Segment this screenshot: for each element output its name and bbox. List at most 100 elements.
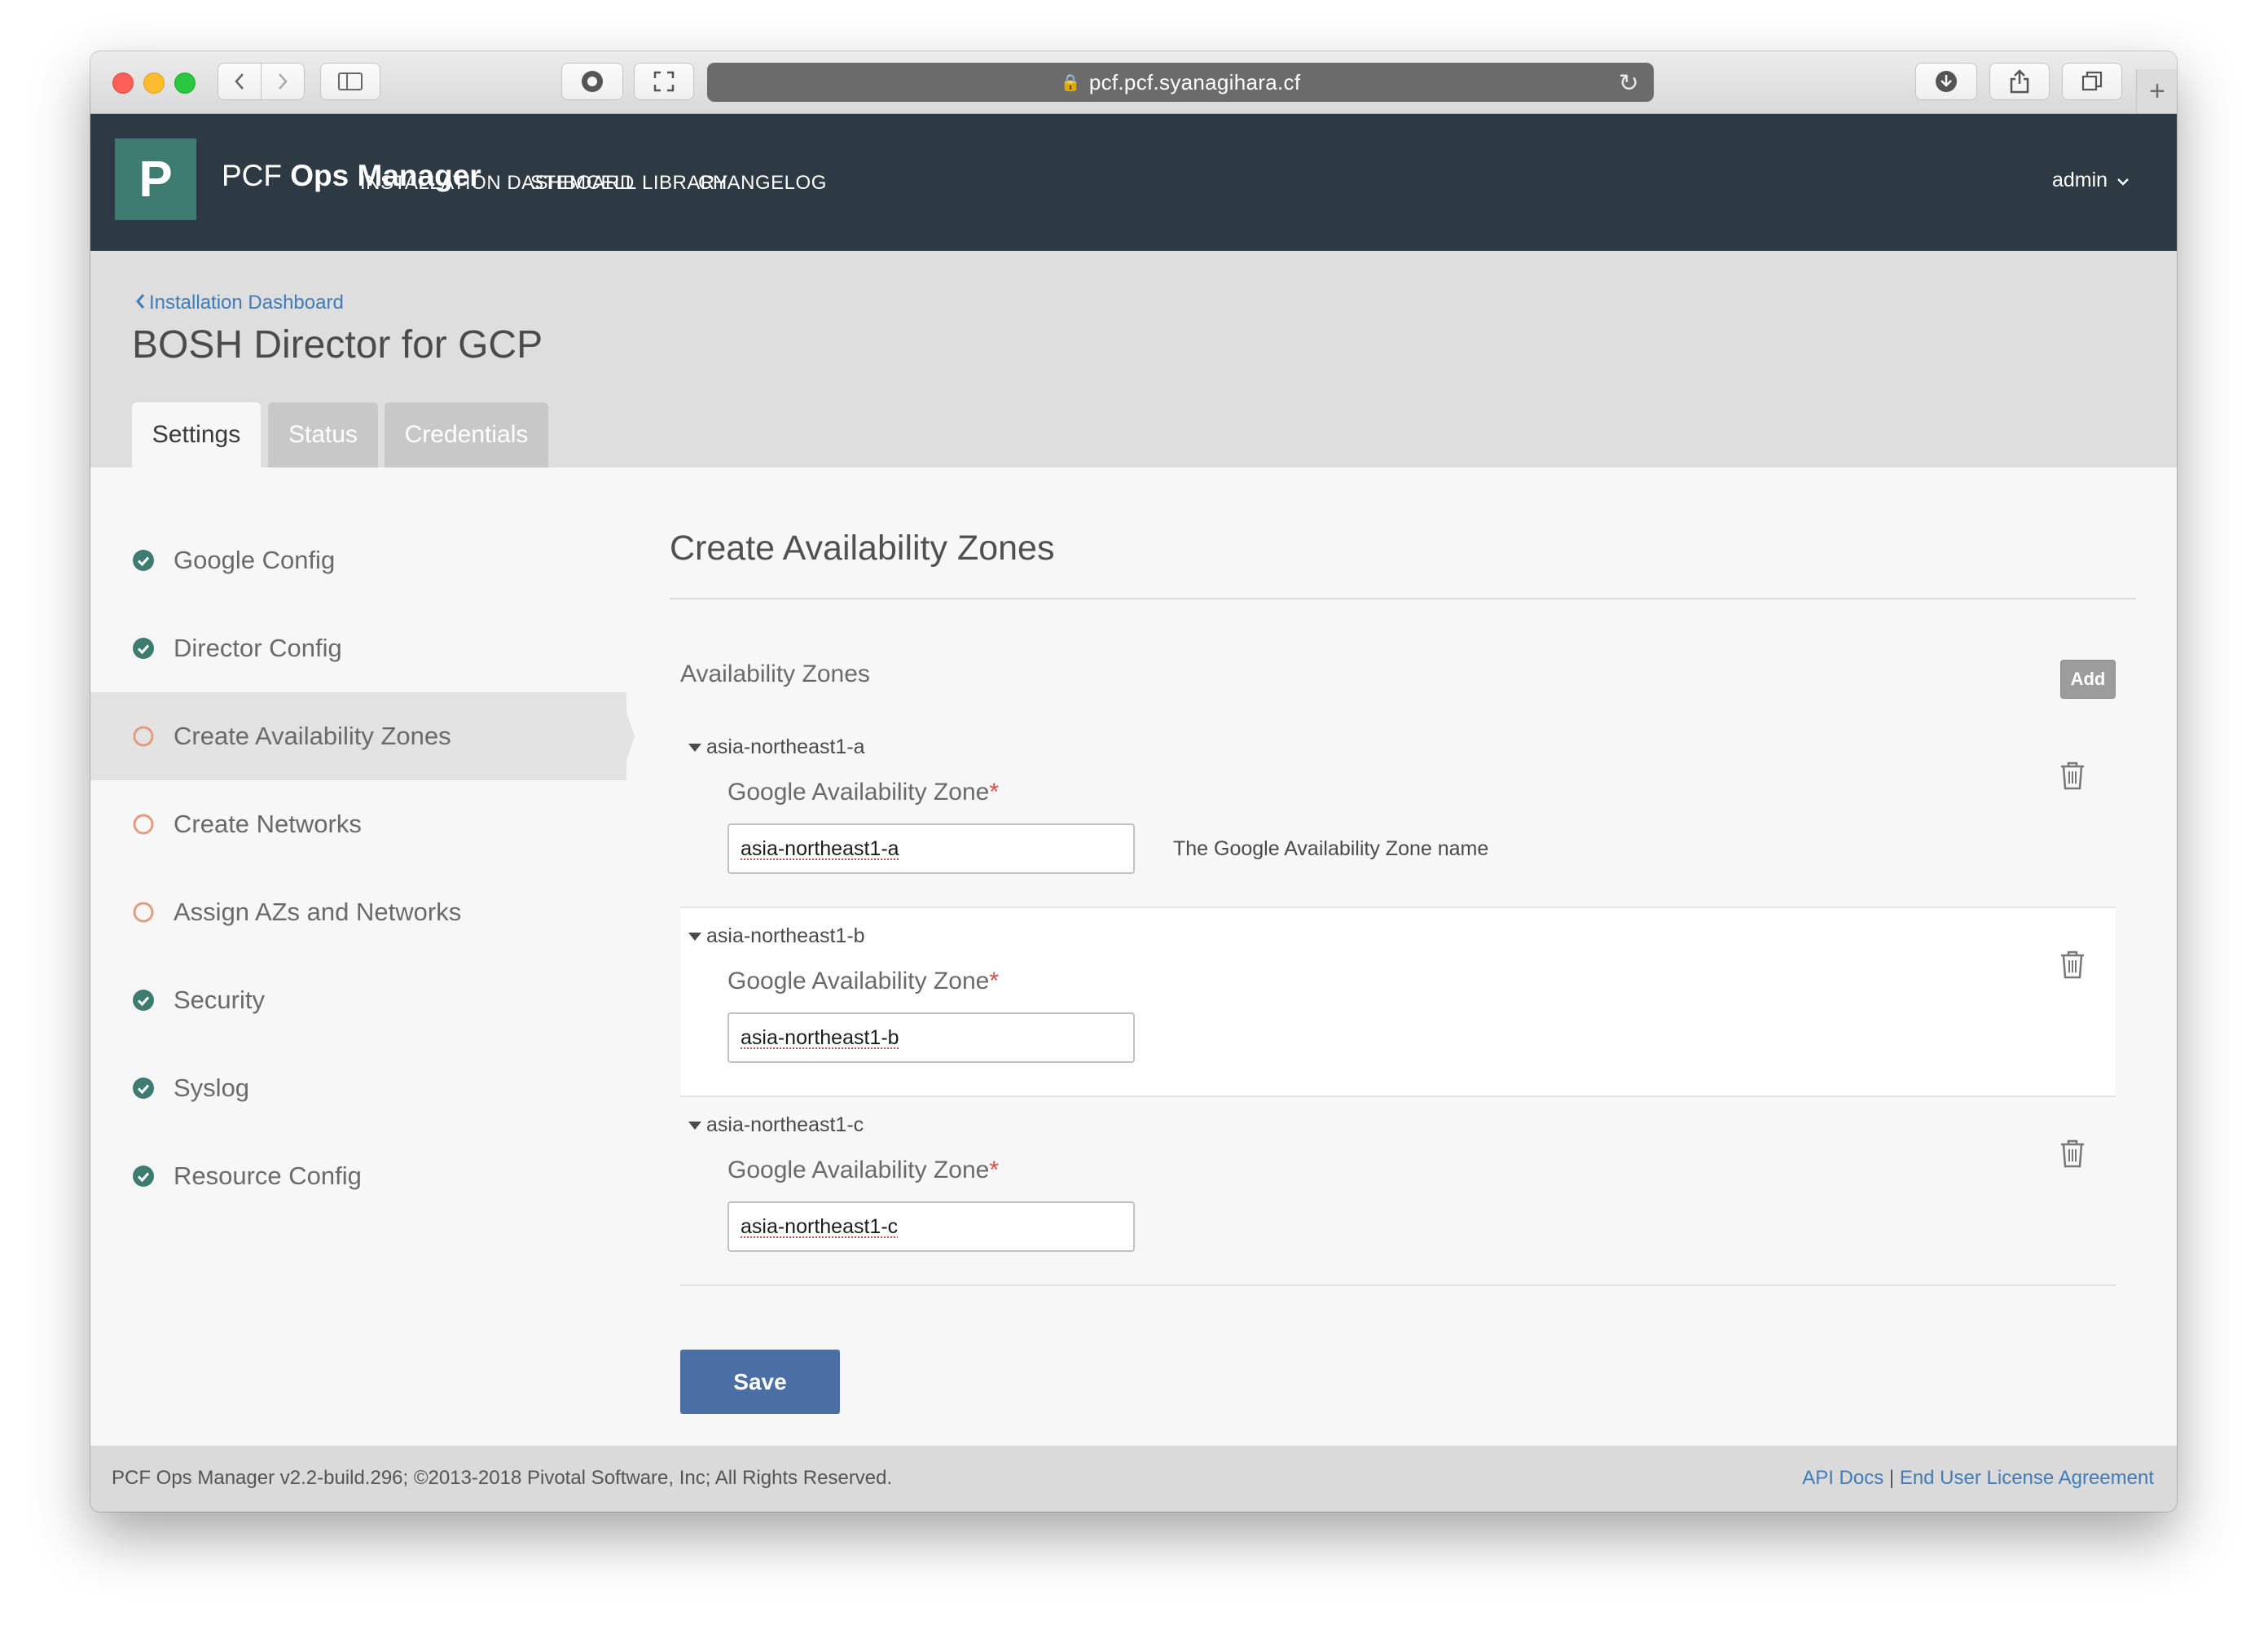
zone-divider xyxy=(680,1284,2116,1286)
page-title: BOSH Director for GCP xyxy=(132,323,543,367)
sidebar-item-assign-azs-and-networks[interactable]: Assign AZs and Networks xyxy=(90,868,620,956)
field-hint: The Google Availability Zone name xyxy=(1173,837,1489,860)
expand-icon xyxy=(653,71,675,92)
trash-icon[interactable] xyxy=(2059,1138,2086,1169)
sidebar-item-google-config[interactable]: Google Config xyxy=(90,516,620,604)
breadcrumb-label: Installation Dashboard xyxy=(149,292,344,314)
address-bar[interactable]: 🔒 pcf.pcf.syanagihara.cf ↻ xyxy=(707,63,1654,102)
sidebar-item-label: Google Config xyxy=(174,546,336,574)
page-heading-area: Installation Dashboard BOSH Director for… xyxy=(90,251,2177,468)
download-icon xyxy=(1936,71,1957,92)
required-marker: * xyxy=(989,1157,1000,1183)
field-label: Google Availability Zone* xyxy=(727,1157,999,1184)
new-tab-button[interactable]: + xyxy=(2136,69,2177,113)
fullscreen-button[interactable] xyxy=(634,63,694,100)
api-docs-link[interactable]: API Docs xyxy=(1802,1467,1883,1489)
back-button[interactable] xyxy=(218,63,262,100)
caret-down-icon xyxy=(688,743,701,752)
browser-window: 🔒 pcf.pcf.syanagihara.cf ↻ + P PCF Ops M… xyxy=(90,51,2177,1512)
sidebar-item-label: Assign AZs and Networks xyxy=(174,898,462,926)
sidebar-item-label: Syslog xyxy=(174,1073,250,1102)
sidebar-item-label: Security xyxy=(174,986,265,1014)
sidebar-item-label: Create Networks xyxy=(174,810,362,838)
active-indicator-arrow xyxy=(620,692,635,780)
minimize-window-button[interactable] xyxy=(143,72,165,94)
tabs-icon xyxy=(2081,71,2103,91)
tab-settings[interactable]: Settings xyxy=(132,402,261,468)
maximize-window-button[interactable] xyxy=(174,72,196,94)
empty-circle-icon xyxy=(133,814,154,835)
share-icon xyxy=(2010,69,2029,94)
share-button[interactable] xyxy=(1989,63,2050,100)
forward-button[interactable] xyxy=(261,63,305,100)
footer: PCF Ops Manager v2.2-build.296; ©2013-20… xyxy=(90,1446,2177,1512)
check-circle-icon xyxy=(133,1166,154,1187)
sidebar-item-syslog[interactable]: Syslog xyxy=(90,1044,620,1132)
zone-block: asia-northeast1-c Google Availability Zo… xyxy=(680,1097,2116,1286)
sidebar-item-label: Resource Config xyxy=(174,1161,362,1190)
chevron-down-icon xyxy=(2117,178,2129,186)
zone-collapse-toggle[interactable]: asia-northeast1-a xyxy=(688,735,865,759)
section-divider xyxy=(670,598,2136,599)
check-circle-icon xyxy=(133,1078,154,1099)
sidebar-icon xyxy=(338,72,363,90)
field-label-text: Google Availability Zone xyxy=(727,1157,990,1183)
reader-button[interactable] xyxy=(561,63,623,100)
sidebar-item-label: Director Config xyxy=(174,634,342,662)
lock-icon: 🔒 xyxy=(1060,73,1081,92)
sidebar-item-create-networks[interactable]: Create Networks xyxy=(90,780,620,868)
check-circle-icon xyxy=(133,550,154,571)
availability-zone-input[interactable]: asia-northeast1-c xyxy=(727,1201,1135,1252)
field-label-text: Google Availability Zone xyxy=(727,968,990,994)
tab-credentials[interactable]: Credentials xyxy=(385,402,548,468)
eula-link[interactable]: End User License Agreement xyxy=(1900,1467,2154,1489)
empty-circle-icon xyxy=(133,902,154,923)
zone-collapse-toggle[interactable]: asia-northeast1-c xyxy=(688,1113,864,1137)
footer-separator: | xyxy=(1888,1467,1895,1489)
availability-zones-label: Availability Zones xyxy=(680,661,870,687)
breadcrumb[interactable]: Installation Dashboard xyxy=(134,292,344,314)
zone-block: asia-northeast1-b Google Availability Zo… xyxy=(680,908,2116,1097)
sidebar-item-create-availability-zones[interactable]: Create Availability Zones xyxy=(90,692,635,780)
trash-icon[interactable] xyxy=(2059,760,2086,791)
input-value: asia-northeast1-a xyxy=(741,836,899,860)
url-text: pcf.pcf.syanagihara.cf xyxy=(1088,69,1301,94)
save-button[interactable]: Save xyxy=(680,1350,840,1414)
zone-name: asia-northeast1-a xyxy=(706,735,865,758)
field-label: Google Availability Zone* xyxy=(727,968,999,995)
downloads-button[interactable] xyxy=(1915,63,1977,100)
add-zone-button[interactable]: Add xyxy=(2060,660,2116,699)
tabs-overview-button[interactable] xyxy=(2062,63,2122,100)
field-label: Google Availability Zone* xyxy=(727,779,999,806)
reload-icon[interactable]: ↻ xyxy=(1619,69,1639,98)
sidebar-item-label: Create Availability Zones xyxy=(174,722,451,750)
logo[interactable]: P xyxy=(115,138,196,220)
close-window-button[interactable] xyxy=(112,72,134,94)
availability-zone-input[interactable]: asia-northeast1-b xyxy=(727,1012,1135,1063)
zone-collapse-toggle[interactable]: asia-northeast1-b xyxy=(688,924,865,948)
sidebar-item-security[interactable]: Security xyxy=(90,956,620,1044)
field-label-text: Google Availability Zone xyxy=(727,779,990,806)
empty-circle-icon xyxy=(133,726,154,747)
sidebar-item-resource-config[interactable]: Resource Config xyxy=(90,1132,620,1220)
footer-links: API Docs | End User License Agreement xyxy=(1802,1467,2154,1490)
sidebar-toggle-button[interactable] xyxy=(320,63,380,100)
sidebar-item-director-config[interactable]: Director Config xyxy=(90,604,620,692)
availability-zone-input[interactable]: asia-northeast1-a xyxy=(727,823,1135,874)
brand-prefix: PCF xyxy=(222,159,282,192)
nav-changelog[interactable]: CHANGELOG xyxy=(698,172,827,195)
trash-icon[interactable] xyxy=(2059,949,2086,980)
input-value: asia-northeast1-b xyxy=(741,1025,899,1049)
input-value: asia-northeast1-c xyxy=(741,1214,899,1238)
check-circle-icon xyxy=(133,990,154,1011)
chevron-left-icon xyxy=(235,73,244,90)
copyright-text: PCF Ops Manager v2.2-build.296; ©2013-20… xyxy=(112,1467,893,1489)
user-menu[interactable]: admin xyxy=(2052,169,2130,192)
tab-status[interactable]: Status xyxy=(268,402,378,468)
caret-down-icon xyxy=(688,932,701,941)
browser-toolbar: 🔒 pcf.pcf.syanagihara.cf ↻ + xyxy=(90,51,2177,114)
zone-name: asia-northeast1-b xyxy=(706,924,865,947)
required-marker: * xyxy=(989,968,1000,994)
plus-icon: + xyxy=(2149,75,2165,107)
record-icon xyxy=(582,71,603,92)
